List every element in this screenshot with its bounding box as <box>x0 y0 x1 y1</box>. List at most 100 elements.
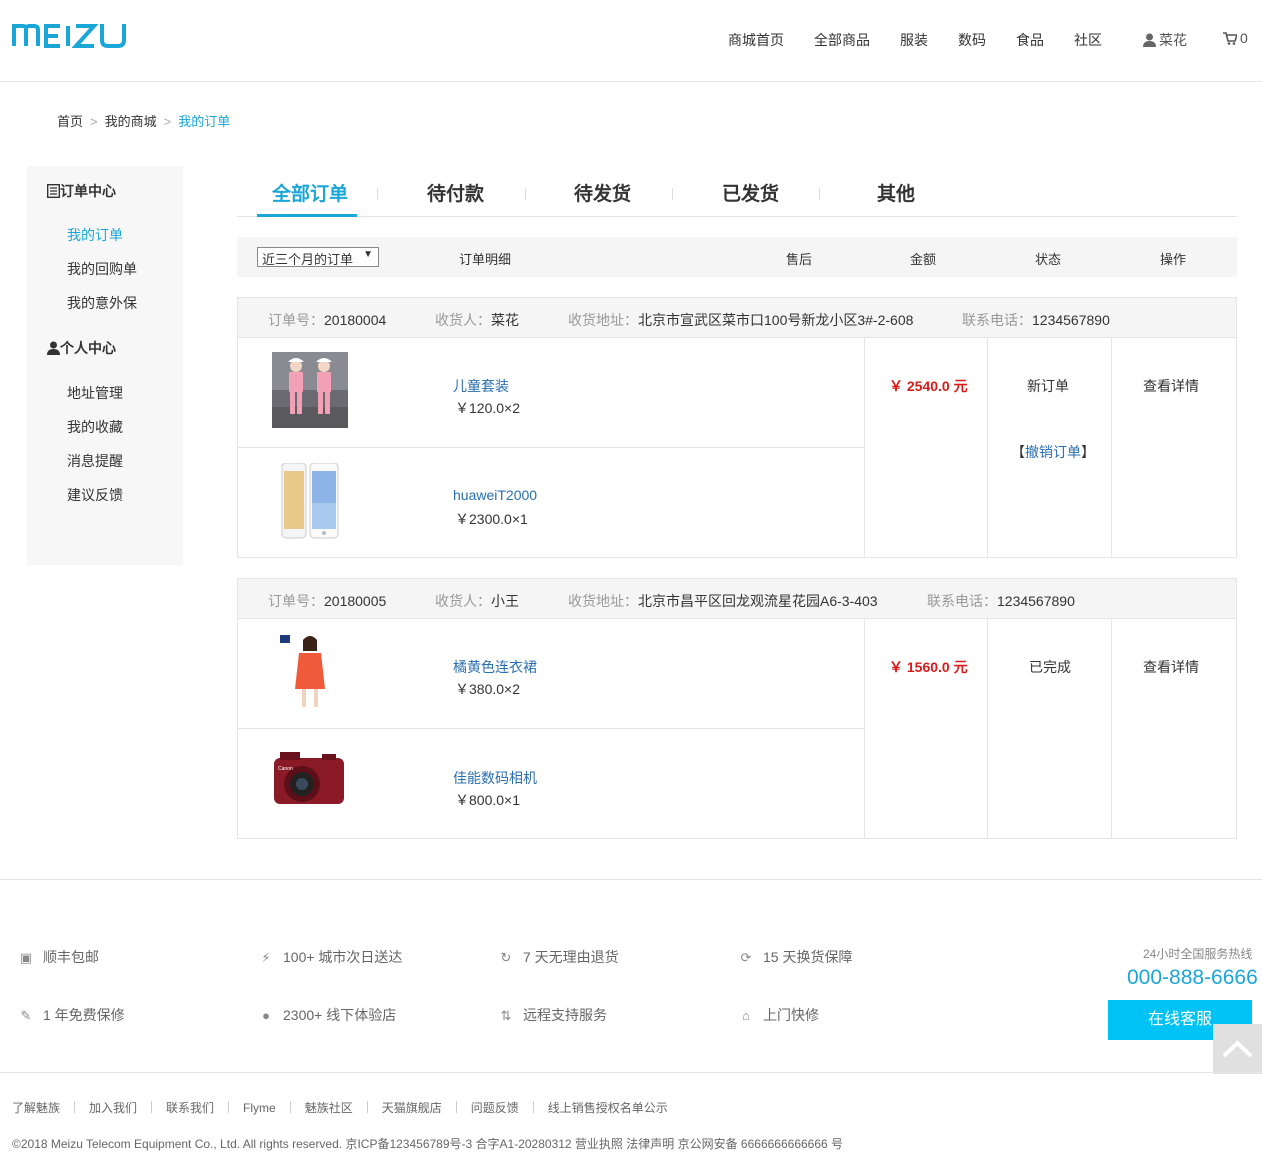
nav-home[interactable]: 商城首页 <box>728 30 784 50</box>
cancel-order-button[interactable]: 【撤销订单】 <box>1011 442 1095 462</box>
tab-other[interactable]: 其他 <box>877 179 915 206</box>
footer-link[interactable]: 天猫旗舰店 <box>382 1099 442 1116</box>
order-item: Canon 佳能数码相机 ￥800.0×1 <box>238 730 864 840</box>
breadcrumb-mall[interactable]: 我的商城 <box>105 114 157 129</box>
breadcrumb-current[interactable]: 我的订单 <box>178 114 230 129</box>
nav-digital[interactable]: 数码 <box>958 30 986 50</box>
cart-link[interactable]: 0 <box>1223 30 1248 48</box>
link-divider <box>455 1101 457 1113</box>
order-amount: ￥ 1560.0 元 <box>889 659 968 675</box>
order-card: 订单号：20180004 收货人：菜花 收货地址：北京市宣武区菜市口100号新龙… <box>237 297 1237 558</box>
order-status: 新订单 <box>1027 378 1069 394</box>
service-item: ● 2300+ 线下体验店 <box>259 1005 396 1025</box>
hotline-label: 24小时全国服务热线 <box>1143 947 1253 961</box>
sidebar-heading-personal-center: 个人中心 <box>47 338 116 358</box>
order-status: 已完成 <box>1029 659 1071 675</box>
column-order-detail: 订单明细 <box>459 252 512 267</box>
sidebar-item-insurance[interactable]: 我的意外保 <box>67 293 137 313</box>
tab-pending-shipment[interactable]: 待发货 <box>574 179 631 206</box>
product-price-qty: ￥2300.0×1 <box>455 511 528 527</box>
nav-clothing[interactable]: 服装 <box>900 30 928 50</box>
order-address: 收货地址：北京市宣武区菜市口100号新龙小区3#-2-608 <box>568 312 914 328</box>
breadcrumb: 首页 > 我的商城 > 我的订单 <box>57 111 230 130</box>
order-address: 收货地址：北京市昌平区回龙观流星花园A6-3-403 <box>568 593 878 609</box>
nav-food[interactable]: 食品 <box>1016 30 1044 50</box>
footer-link[interactable]: 联系我们 <box>166 1099 214 1116</box>
order-tabs: 全部订单 待付款 待发货 已发货 其他 <box>237 166 1237 217</box>
product-name-link[interactable]: huaweiT2000 <box>453 487 537 503</box>
refresh-icon: ↻ <box>500 950 512 965</box>
service-item: ▣ 顺丰包邮 <box>19 949 99 965</box>
footer-link[interactable]: Flyme <box>243 1101 276 1115</box>
footer-link[interactable]: 加入我们 <box>89 1099 137 1116</box>
service-item: ↻ 7 天无理由退货 <box>500 949 619 965</box>
product-price-qty: ￥120.0×2 <box>455 400 520 416</box>
column-divider <box>864 619 865 839</box>
tab-divider <box>525 188 526 200</box>
sidebar: 订单中心 我的订单 我的回购单 我的意外保 个人中心 地址管理 我的收藏 消息提… <box>27 166 183 565</box>
product-name-link[interactable]: 儿童套装 <box>453 376 509 396</box>
order-amount: ￥ 2540.0 元 <box>889 378 968 394</box>
view-details-button[interactable]: 查看详情 <box>1143 657 1199 677</box>
breadcrumb-home[interactable]: 首页 <box>57 114 83 129</box>
active-tab-indicator <box>257 214 357 217</box>
nav-all-products[interactable]: 全部商品 <box>814 30 870 50</box>
column-divider <box>1111 619 1112 839</box>
chevron-up-icon <box>1222 1040 1253 1058</box>
footer-divider <box>0 1072 1262 1073</box>
link-divider <box>532 1101 534 1113</box>
nav-community[interactable]: 社区 <box>1074 30 1102 50</box>
user-icon <box>47 341 60 358</box>
order-phone: 联系电话：1234567890 <box>962 312 1110 328</box>
tab-divider <box>672 188 673 200</box>
sidebar-item-messages[interactable]: 消息提醒 <box>67 451 123 471</box>
service-item: ⇅ 远程支持服务 <box>500 1007 607 1023</box>
tab-pending-payment[interactable]: 待付款 <box>427 179 484 206</box>
product-image-orange-dress[interactable] <box>272 633 348 709</box>
sidebar-item-favorites[interactable]: 我的收藏 <box>67 417 123 437</box>
exchange-icon: ⟳ <box>740 950 752 965</box>
hotline-number: 000-888-6666 <box>1127 966 1258 989</box>
sidebar-item-buyback[interactable]: 我的回购单 <box>67 259 137 279</box>
footer-link[interactable]: 问题反馈 <box>471 1099 519 1116</box>
order-header: 订单号：20180004 收货人：菜花 收货地址：北京市宣武区菜市口100号新龙… <box>238 298 1236 338</box>
wrench-icon: ✎ <box>20 1008 32 1023</box>
sidebar-item-address[interactable]: 地址管理 <box>67 383 123 403</box>
tab-divider <box>377 188 378 200</box>
footer-links: 了解魅族 加入我们 联系我们 Flyme 魅族社区 天猫旗舰店 问题反馈 线上销售授权名单公示 <box>12 1099 668 1115</box>
sidebar-item-my-orders[interactable]: 我的订单 <box>67 225 123 245</box>
user-icon <box>1143 33 1156 50</box>
link-divider <box>151 1101 153 1113</box>
product-name-link[interactable]: 橘黄色连衣裙 <box>453 657 537 677</box>
tab-all-orders[interactable]: 全部订单 <box>272 179 348 206</box>
order-phone: 联系电话：1234567890 <box>927 593 1075 609</box>
footer-link[interactable]: 线上销售授权名单公示 <box>548 1099 668 1116</box>
link-divider <box>289 1101 291 1113</box>
breadcrumb-separator: > <box>90 114 98 129</box>
user-menu[interactable]: 菜花 <box>1143 30 1187 50</box>
product-image-phone[interactable] <box>272 462 348 539</box>
site-header: 商城首页 全部商品 服装 数码 食品 社区 菜花 0 <box>0 0 1262 82</box>
order-period-select[interactable]: 近三个月的订单 ▼ <box>257 247 379 267</box>
footer-link[interactable]: 魅族社区 <box>305 1099 353 1116</box>
transfer-icon: ⇅ <box>500 1008 512 1023</box>
product-price-qty: ￥800.0×1 <box>455 792 520 808</box>
view-details-button[interactable]: 查看详情 <box>1143 376 1199 396</box>
column-amount: 金额 <box>910 252 937 267</box>
order-card: 订单号：20180005 收货人：小王 收货地址：北京市昌平区回龙观流星花园A6… <box>237 578 1237 839</box>
sidebar-item-feedback[interactable]: 建议反馈 <box>67 485 123 505</box>
footer-divider <box>0 879 1262 880</box>
back-to-top-button[interactable] <box>1213 1024 1262 1074</box>
column-aftersale: 售后 <box>786 252 813 267</box>
order-item: huaweiT2000 ￥2300.0×1 <box>238 449 864 559</box>
location-icon: ● <box>262 1008 270 1023</box>
product-name-link[interactable]: 佳能数码相机 <box>453 768 537 788</box>
breadcrumb-separator: > <box>163 114 172 129</box>
tab-shipped[interactable]: 已发货 <box>722 179 779 206</box>
svg-text:Canon: Canon <box>278 766 293 772</box>
product-image-kids-suit[interactable] <box>272 352 348 428</box>
product-image-camera[interactable]: Canon <box>272 744 348 820</box>
service-item: ✎ 1 年免费保修 <box>20 1007 125 1023</box>
column-divider <box>1111 338 1112 558</box>
footer-link[interactable]: 了解魅族 <box>12 1099 60 1116</box>
